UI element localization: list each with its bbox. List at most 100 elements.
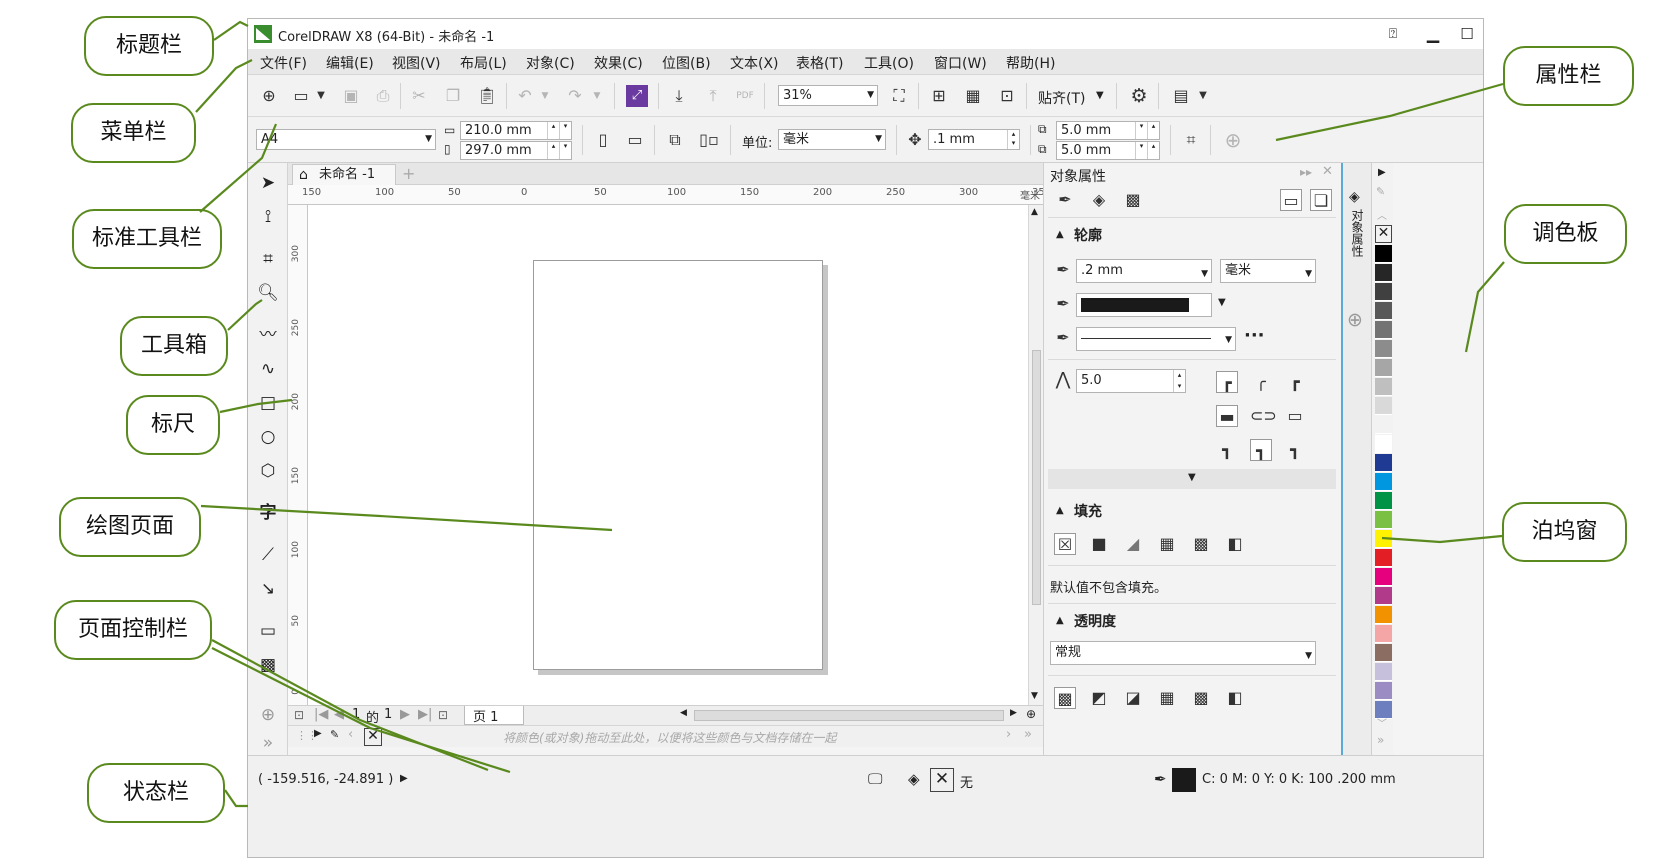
dupx-spinner-down-icon[interactable]: ▴: [1147, 122, 1159, 139]
texture-fill-icon[interactable]: ◧: [1224, 533, 1246, 555]
width-spinner-down-icon[interactable]: ▾: [559, 122, 571, 139]
all-pages-icon[interactable]: ⧉: [664, 129, 686, 151]
artistic-media-icon[interactable]: ∿: [256, 357, 280, 381]
more-options-icon[interactable]: ···: [1244, 325, 1265, 346]
chevron-down-icon[interactable]: ▼: [425, 130, 432, 149]
page-size-select[interactable]: A4 ▼: [256, 129, 436, 150]
butt-cap-icon[interactable]: ▬: [1216, 405, 1238, 427]
units-select[interactable]: 毫米 ▼: [778, 129, 886, 150]
menu-table[interactable]: 表格(T): [796, 53, 843, 73]
import-icon[interactable]: ⤓: [668, 85, 690, 107]
chevron-down-icon[interactable]: ▼: [875, 130, 882, 149]
crop-tool-icon[interactable]: ⌗: [256, 247, 280, 271]
palette-swatch[interactable]: [1375, 511, 1392, 529]
palette-scroll-left-icon[interactable]: ‹: [348, 727, 353, 742]
nudge-spinner-icon[interactable]: ▴ ▾: [1007, 130, 1019, 149]
pick-tool-icon[interactable]: ➤: [256, 171, 280, 195]
drawing-canvas[interactable]: [308, 205, 1028, 705]
transparency-tool-icon[interactable]: ▩: [256, 653, 280, 677]
menu-tools[interactable]: 工具(O): [864, 53, 914, 73]
inside-position-icon[interactable]: ┓: [1284, 439, 1306, 461]
current-page-icon[interactable]: ▯▫: [698, 129, 720, 151]
minimize-button[interactable]: ▁: [1420, 23, 1446, 45]
center-position-icon[interactable]: ┓: [1250, 439, 1272, 461]
palette-swatch[interactable]: [1375, 378, 1392, 396]
bitmap-pattern-icon[interactable]: ▩: [1190, 533, 1212, 555]
first-page-icon[interactable]: |◀: [314, 707, 328, 722]
duplicate-y-field[interactable]: 5.0 mm ▾ ▴: [1056, 141, 1160, 160]
open-dropdown-icon[interactable]: ▼: [310, 85, 332, 107]
eyedropper-icon[interactable]: ✎: [330, 728, 339, 741]
fountain-transparency-icon[interactable]: ◪: [1122, 687, 1144, 709]
miter-join-icon[interactable]: ┏: [1216, 371, 1238, 393]
outside-position-icon[interactable]: ┓: [1216, 439, 1238, 461]
menu-text[interactable]: 文本(X): [730, 53, 779, 73]
square-cap-icon[interactable]: ▭: [1284, 405, 1306, 427]
docker-collapse-icon[interactable]: ▸▸: [1300, 165, 1312, 179]
zoom-navigator-icon[interactable]: ⊕: [1026, 707, 1036, 721]
line-style-select[interactable]: ▼: [1076, 327, 1236, 351]
palette-swatch[interactable]: [1375, 283, 1392, 301]
application-launcher-icon[interactable]: ▤: [1170, 85, 1192, 107]
palette-swatch[interactable]: [1375, 264, 1392, 282]
chevron-down-icon[interactable]: ▼: [1201, 263, 1208, 285]
chevron-down-icon[interactable]: ▼: [1225, 331, 1232, 350]
page-frame-icon[interactable]: ⌗: [1180, 129, 1202, 151]
palette-menu-icon[interactable]: ▶: [314, 728, 322, 739]
collapse-transparency-icon[interactable]: ▲: [1056, 615, 1064, 626]
palette-eyedropper-icon[interactable]: ✎: [1376, 185, 1385, 198]
texture-transparency-icon[interactable]: ◧: [1224, 687, 1246, 709]
add-tool-icon[interactable]: ⊕: [256, 703, 280, 727]
uniform-transparency-icon[interactable]: ◩: [1088, 687, 1110, 709]
menu-file[interactable]: 文件(F): [260, 53, 307, 73]
next-page-icon[interactable]: ▶: [400, 707, 410, 722]
open-folder-icon[interactable]: ▭: [290, 85, 312, 107]
print-icon[interactable]: ⎙: [372, 85, 394, 107]
vector-pattern-icon[interactable]: ▦: [1156, 533, 1178, 555]
redo-icon[interactable]: ↷: [564, 85, 586, 107]
redo-dropdown-icon[interactable]: ▼: [586, 85, 608, 107]
outline-color-picker[interactable]: [1076, 293, 1212, 317]
palette-expand-icon[interactable]: »: [1024, 727, 1032, 742]
snap-to-button[interactable]: 贴齐(T): [1038, 88, 1085, 108]
palette-swatch[interactable]: [1375, 492, 1392, 510]
add-page-before-icon[interactable]: ⊡: [294, 708, 304, 722]
menu-view[interactable]: 视图(V): [392, 53, 441, 73]
add-page-after-icon[interactable]: ⊡: [438, 708, 448, 722]
outline-expand-row[interactable]: ▼: [1048, 469, 1336, 489]
outline-status-icon[interactable]: ✒: [1154, 770, 1167, 788]
drop-shadow-icon[interactable]: ▭: [256, 619, 280, 643]
undo-icon[interactable]: ↶: [514, 85, 536, 107]
outline-width-field[interactable]: .2 mm ▼: [1076, 259, 1212, 283]
palette-swatch[interactable]: [1375, 682, 1392, 700]
launcher-dropdown-icon[interactable]: ▼: [1192, 85, 1214, 107]
expand-more-icon[interactable]: »: [256, 731, 280, 755]
palette-down-icon[interactable]: ﹀: [1377, 715, 1387, 730]
outline-color-dropdown-icon[interactable]: ▼: [1218, 297, 1226, 308]
scroll-right-icon[interactable]: ▶: [1010, 708, 1017, 718]
no-fill-icon[interactable]: ☒: [1054, 533, 1076, 555]
zoom-tool-icon[interactable]: 🔍︎: [256, 281, 280, 305]
transparency-icon[interactable]: ▩: [1122, 189, 1144, 211]
palette-swatch[interactable]: [1375, 587, 1392, 605]
full-screen-icon[interactable]: ⛶: [888, 85, 910, 107]
copy-icon[interactable]: ❐: [442, 85, 464, 107]
bevel-join-icon[interactable]: ┏: [1284, 371, 1306, 393]
nudge-distance-field[interactable]: .1 mm ▴ ▾: [928, 129, 1020, 150]
palette-swatch[interactable]: [1375, 625, 1392, 643]
new-tab-icon[interactable]: +: [402, 164, 415, 183]
no-color-swatch-icon[interactable]: ✕: [364, 728, 382, 746]
chevron-down-icon[interactable]: ▼: [1305, 263, 1312, 285]
vertical-ruler[interactable]: 300 250 200 150 100 50 0: [288, 205, 308, 705]
palette-swatch[interactable]: [1375, 435, 1392, 453]
gear-icon[interactable]: ⚙: [1128, 85, 1150, 107]
bitmap-transparency-icon[interactable]: ▩: [1190, 687, 1212, 709]
palette-swatch[interactable]: [1375, 340, 1392, 358]
publish-pdf-icon[interactable]: PDF: [734, 85, 756, 107]
add-icon[interactable]: ⊕: [1222, 129, 1244, 151]
freehand-tool-icon[interactable]: 〰: [256, 323, 280, 347]
transparency-mode-select[interactable]: 常规 ▼: [1050, 641, 1316, 665]
miter-spinner-icon[interactable]: ▴ ▾: [1173, 370, 1185, 392]
collapse-outline-icon[interactable]: ▲: [1056, 229, 1064, 240]
vector-transparency-icon[interactable]: ▦: [1156, 687, 1178, 709]
